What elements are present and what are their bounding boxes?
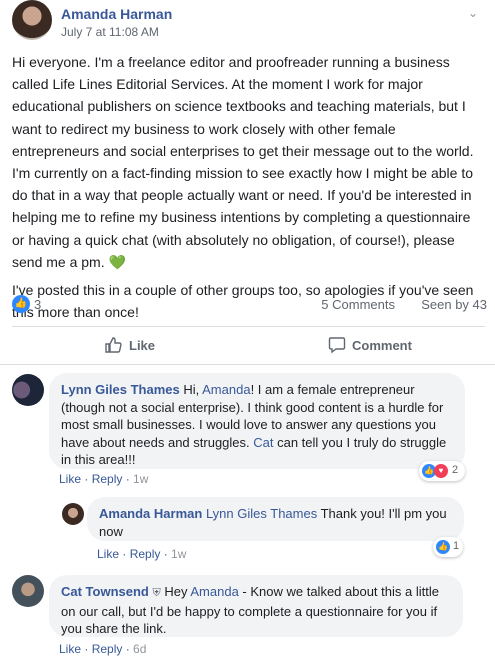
mention-link[interactable]: Lynn Giles Thames [206, 506, 317, 521]
separator: · [81, 642, 92, 656]
avatar[interactable] [12, 0, 52, 40]
chevron-down-icon[interactable]: ⌄ [465, 6, 481, 22]
post-paragraph: Hi everyone. I'm a freelance editor and … [12, 51, 486, 273]
seen-by-count[interactable]: Seen by 43 [421, 297, 487, 312]
avatar[interactable] [62, 503, 84, 525]
comment-author[interactable]: Lynn Giles Thames [61, 382, 180, 397]
comment-time[interactable]: 6d [133, 642, 146, 656]
divider [12, 326, 485, 327]
post-timestamp[interactable]: July 7 at 11:08 AM [61, 25, 159, 39]
mention-link[interactable]: Cat [253, 435, 273, 450]
like-reaction-icon[interactable]: 👍 [12, 295, 30, 313]
comment-like-link[interactable]: Like [97, 547, 119, 561]
reaction-chip[interactable]: 👍 ♥ 2 [419, 461, 465, 481]
separator: · [119, 547, 130, 561]
comment-text: Hi, [179, 382, 203, 397]
comments-count[interactable]: 5 Comments [321, 297, 395, 312]
comment-time[interactable]: 1w [171, 547, 186, 561]
separator: · [122, 642, 134, 656]
comment-label: Comment [352, 338, 412, 353]
reaction-count: 2 [452, 464, 459, 476]
comment-like-link[interactable]: Like [59, 642, 81, 656]
comment-author[interactable]: Cat Townsend [61, 584, 149, 599]
reaction-chip[interactable]: 👍 1 [433, 537, 463, 557]
reaction-count: 1 [453, 540, 460, 552]
like-button[interactable]: Like [12, 328, 248, 362]
comment-actions: Like · Reply · 1w [97, 547, 186, 561]
post-author-name[interactable]: Amanda Harman [61, 6, 172, 22]
separator: · [160, 547, 172, 561]
shield-icon: ⛨ [152, 587, 161, 599]
comment-button[interactable]: Comment [248, 328, 484, 362]
divider [0, 364, 495, 365]
comment-actions: Like · Reply · 1w [59, 472, 148, 486]
post-actions: Like Comment [12, 328, 485, 362]
like-reaction-icon: 👍 [436, 540, 450, 554]
post-header: Amanda Harman July 7 at 11:08 AM ⌄ [12, 0, 483, 40]
thumbs-up-icon [105, 337, 122, 353]
like-label: Like [129, 338, 156, 353]
comment-reply-link[interactable]: Reply [130, 547, 161, 561]
love-reaction-icon: ♥ [434, 464, 448, 478]
comment-bubble: Lynn Giles Thames Hi, Amanda! I am a fem… [49, 373, 465, 469]
comment-author[interactable]: Amanda Harman [99, 506, 202, 521]
green-heart-icon: 💚 [108, 253, 126, 270]
post-text: Hi everyone. I'm a freelance editor and … [12, 54, 474, 270]
separator: · [122, 472, 134, 486]
separator: · [81, 472, 92, 486]
mention-link[interactable]: Amanda [190, 584, 238, 599]
comment-time[interactable]: 1w [133, 472, 148, 486]
comment-icon [328, 337, 346, 354]
avatar[interactable] [12, 575, 44, 607]
reaction-count[interactable]: 3 [34, 297, 41, 312]
comment-reply-link[interactable]: Reply [92, 472, 123, 486]
comment-actions: Like · Reply · 6d [59, 642, 146, 656]
post-body: Hi everyone. I'm a freelance editor and … [12, 51, 486, 329]
post-stats: 👍 3 5 Comments Seen by 43 [12, 295, 487, 313]
mention-link[interactable]: Amanda [202, 382, 250, 397]
comment-like-link[interactable]: Like [59, 472, 81, 486]
avatar[interactable] [12, 374, 44, 406]
comment-bubble: Amanda Harman Lynn Giles Thames Thank yo… [87, 497, 464, 541]
comment-bubble: Cat Townsend ⛨ Hey Amanda - Know we talk… [49, 575, 463, 637]
comment-reply-link[interactable]: Reply [92, 642, 123, 656]
comment-text: Hey [160, 584, 191, 599]
